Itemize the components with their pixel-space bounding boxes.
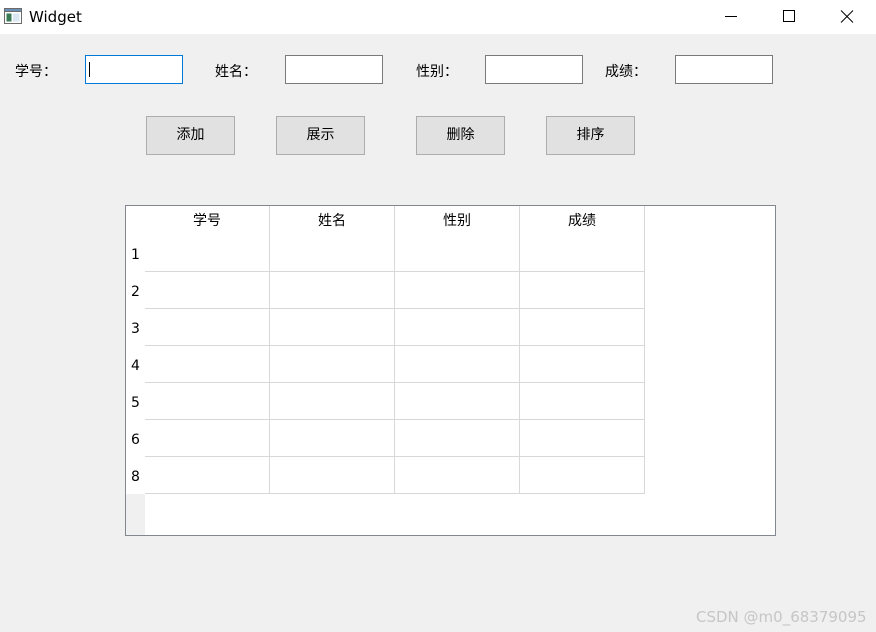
sort-button[interactable]: 排序 — [546, 116, 635, 155]
close-button[interactable] — [818, 0, 876, 34]
table-cell[interactable] — [520, 383, 645, 420]
table-cell[interactable] — [270, 346, 395, 383]
table-cell[interactable] — [520, 272, 645, 309]
student-id-label: 学号： — [15, 64, 57, 80]
table-corner — [126, 206, 145, 235]
gender-input[interactable] — [485, 55, 583, 84]
table-cell[interactable] — [395, 346, 520, 383]
table-cell[interactable] — [145, 383, 270, 420]
table-cell[interactable] — [395, 383, 520, 420]
row-header[interactable]: 2 — [126, 272, 145, 308]
row-header[interactable]: 4 — [126, 346, 145, 382]
table-cell[interactable] — [520, 346, 645, 383]
table-cell[interactable] — [395, 272, 520, 309]
table-cell[interactable] — [145, 272, 270, 309]
table-cell[interactable] — [145, 420, 270, 457]
row-header[interactable]: 5 — [126, 383, 145, 419]
table-cell[interactable] — [395, 457, 520, 494]
row-header[interactable]: 6 — [126, 420, 145, 456]
student-id-input[interactable] — [85, 55, 183, 84]
row-header[interactable]: 8 — [126, 457, 145, 493]
name-label: 姓名： — [215, 64, 257, 80]
column-header-gender[interactable]: 性别 — [395, 206, 520, 235]
name-input[interactable] — [285, 55, 383, 84]
column-header-score[interactable]: 成绩 — [520, 206, 645, 235]
show-button[interactable]: 展示 — [276, 116, 365, 155]
close-icon — [840, 10, 854, 23]
column-header-name[interactable]: 姓名 — [270, 206, 395, 235]
table-cell[interactable] — [520, 457, 645, 494]
add-button[interactable]: 添加 — [146, 116, 235, 155]
maximize-icon — [783, 10, 795, 22]
table-cell[interactable] — [270, 235, 395, 272]
window-title: Widget — [29, 8, 82, 26]
table-cell[interactable] — [270, 420, 395, 457]
row-header-filler — [126, 494, 145, 535]
table-cell[interactable] — [270, 272, 395, 309]
table-cell[interactable] — [145, 457, 270, 494]
delete-button[interactable]: 删除 — [416, 116, 505, 155]
minimize-icon — [725, 16, 737, 17]
window-icon — [4, 8, 22, 24]
table-cell[interactable] — [395, 235, 520, 272]
table-cell[interactable] — [270, 457, 395, 494]
table-cell[interactable] — [270, 383, 395, 420]
row-header[interactable]: 3 — [126, 309, 145, 345]
table-cell[interactable] — [520, 235, 645, 272]
title-bar: Widget — [0, 0, 876, 34]
table-cell[interactable] — [395, 420, 520, 457]
table-cell[interactable] — [145, 235, 270, 272]
minimize-button[interactable] — [702, 0, 760, 34]
score-label: 成绩： — [605, 64, 647, 80]
table-cell[interactable] — [270, 309, 395, 346]
table-cell[interactable] — [395, 309, 520, 346]
text-caret — [89, 62, 90, 77]
watermark: CSDN @m0_68379095 — [696, 608, 867, 626]
table-cell[interactable] — [520, 420, 645, 457]
table-cell[interactable] — [520, 309, 645, 346]
maximize-button[interactable] — [760, 0, 818, 34]
student-table[interactable]: 学号 姓名 性别 成绩 1 2 3 4 5 6 8 — [125, 205, 776, 536]
gender-label: 性别： — [416, 64, 458, 80]
table-cell[interactable] — [145, 346, 270, 383]
table-cell[interactable] — [145, 309, 270, 346]
column-header-student-id[interactable]: 学号 — [145, 206, 270, 235]
score-input[interactable] — [675, 55, 773, 84]
row-header[interactable]: 1 — [126, 235, 145, 271]
